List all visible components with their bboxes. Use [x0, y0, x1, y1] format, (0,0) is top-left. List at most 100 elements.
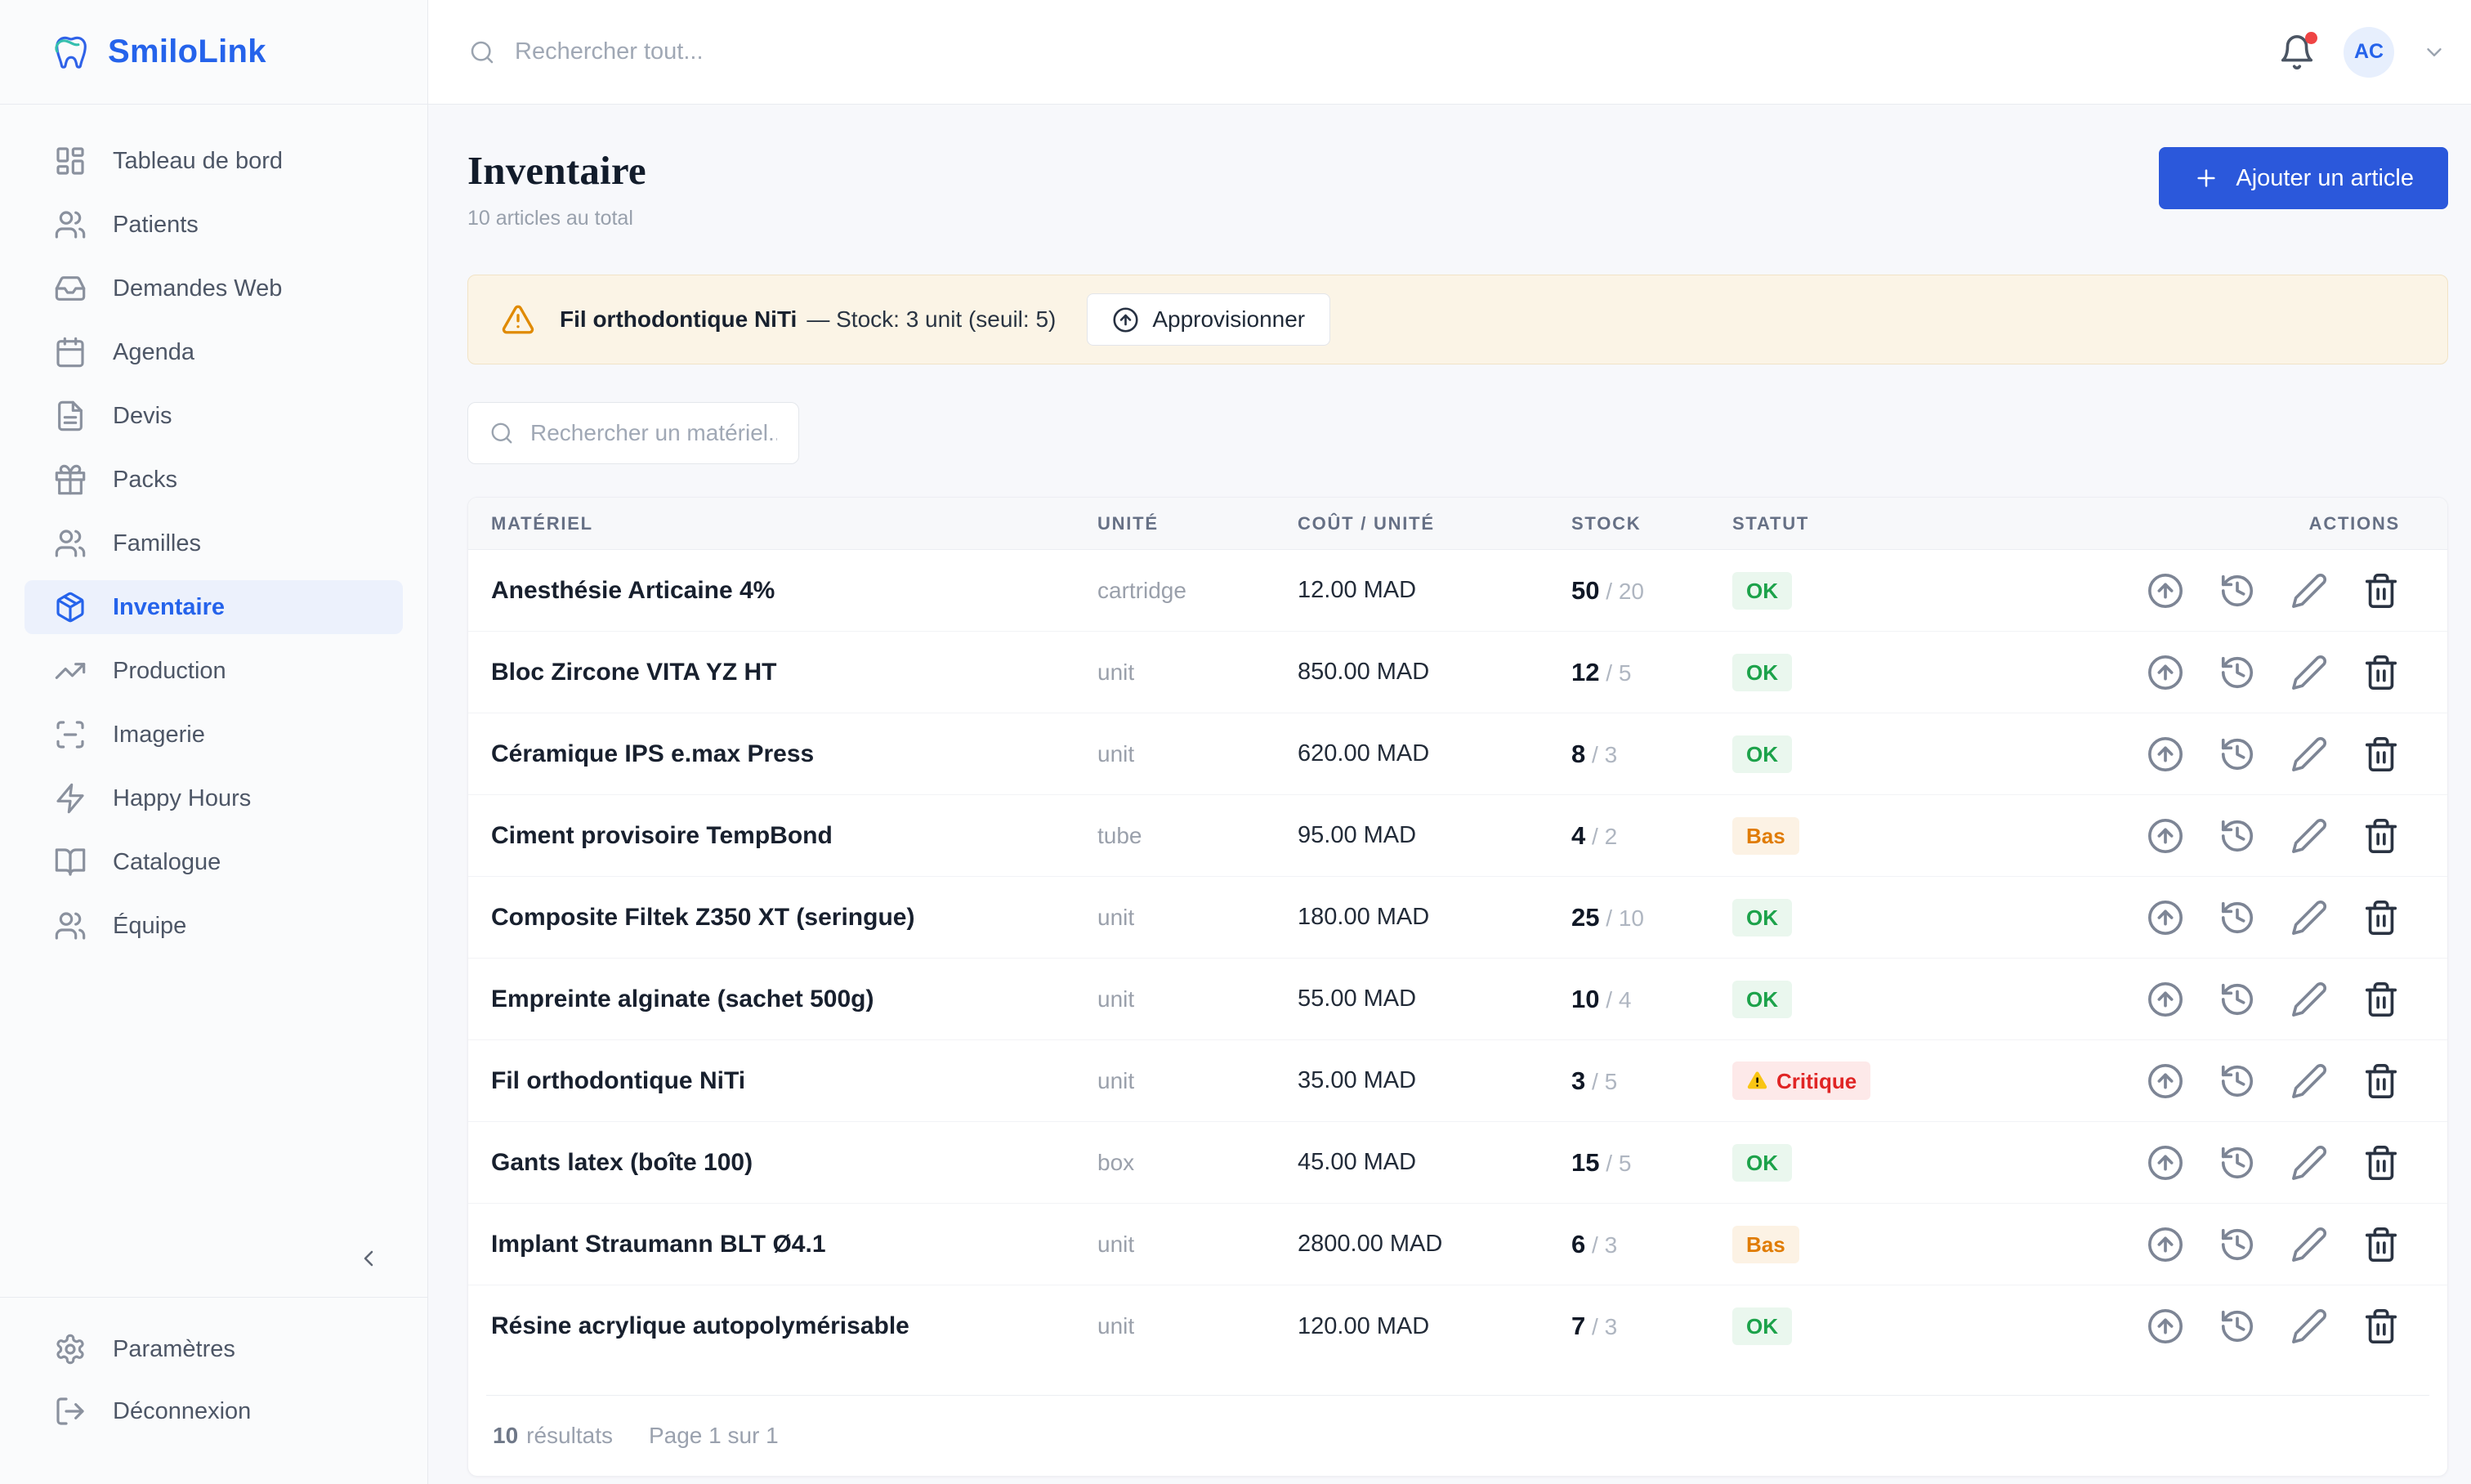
arrow-up-circle-icon [2147, 572, 2184, 610]
edit-button[interactable] [2290, 899, 2328, 936]
edit-button[interactable] [2290, 1226, 2328, 1263]
sidebar-item-equipe[interactable]: Équipe [25, 899, 403, 953]
add-article-button[interactable]: Ajouter un article [2159, 147, 2448, 209]
brand-logo[interactable]: SmiloLink [0, 0, 427, 105]
table-row: Gants latex (boîte 100)box45.00 MAD15 / … [468, 1122, 2447, 1204]
sidebar-item-agenda[interactable]: Agenda [25, 325, 403, 379]
edit-button[interactable] [2290, 1144, 2328, 1182]
history-button[interactable] [2219, 654, 2256, 691]
alert-details: — Stock: 3 unit (seuil: 5) [807, 306, 1056, 333]
notification-dot [2305, 32, 2317, 44]
column-header-status: Statut [1732, 513, 2139, 534]
material-name: Céramique IPS e.max Press [468, 740, 1097, 768]
restock-button[interactable] [2147, 817, 2184, 855]
pencil-icon [2290, 1226, 2328, 1263]
restock-button[interactable] [2147, 1307, 2184, 1345]
arrow-up-circle-icon [2147, 1062, 2184, 1100]
topbar: AC [428, 0, 2471, 105]
sidebar-item-packs[interactable]: Packs [25, 453, 403, 507]
notifications-button[interactable] [2278, 34, 2316, 71]
history-button[interactable] [2219, 899, 2256, 936]
sidebar-item-deconnexion[interactable]: Déconnexion [25, 1384, 403, 1438]
sidebar-item-familles[interactable]: Familles [25, 516, 403, 570]
material-search-input[interactable] [530, 420, 777, 446]
sidebar-item-happy-hours[interactable]: Happy Hours [25, 771, 403, 825]
delete-button[interactable] [2362, 654, 2400, 691]
restock-button[interactable] [2147, 981, 2184, 1018]
sidebar-collapse-button[interactable] [352, 1243, 385, 1276]
delete-button[interactable] [2362, 735, 2400, 773]
alert-item-name: Fil orthodontique NiTi [560, 306, 797, 333]
restock-button[interactable] [2147, 1144, 2184, 1182]
column-header-stock: Stock [1571, 513, 1732, 534]
trash-icon [2362, 1144, 2400, 1182]
pencil-icon [2290, 735, 2328, 773]
edit-button[interactable] [2290, 572, 2328, 610]
history-button[interactable] [2219, 1144, 2256, 1182]
actions-cell [2139, 899, 2447, 936]
package-icon [54, 591, 87, 624]
restock-button[interactable] [2147, 899, 2184, 936]
restock-button[interactable] [2147, 572, 2184, 610]
delete-button[interactable] [2362, 1226, 2400, 1263]
global-search-input[interactable] [515, 38, 1168, 65]
topbar-right: AC [2278, 27, 2446, 78]
account-menu-button[interactable] [2422, 40, 2446, 65]
history-button[interactable] [2219, 1307, 2256, 1345]
sidebar-item-label: Happy Hours [113, 785, 251, 812]
sidebar-item-production[interactable]: Production [25, 644, 403, 698]
chevron-down-icon [2422, 54, 2446, 68]
restock-button[interactable] [2147, 1226, 2184, 1263]
material-name: Composite Filtek Z350 XT (seringue) [468, 904, 1097, 932]
table-row: Résine acrylique autopolymérisableunit12… [468, 1285, 2447, 1367]
sidebar-item-tableau-de-bord[interactable]: Tableau de bord [25, 134, 403, 188]
history-button[interactable] [2219, 1062, 2256, 1100]
edit-button[interactable] [2290, 1307, 2328, 1345]
cost-value: 35.00 MAD [1298, 1067, 1571, 1094]
history-button[interactable] [2219, 981, 2256, 1018]
table-row: Bloc Zircone VITA YZ HTunit850.00 MAD12 … [468, 632, 2447, 713]
history-icon [2219, 735, 2256, 773]
delete-button[interactable] [2362, 817, 2400, 855]
history-button[interactable] [2219, 735, 2256, 773]
restock-button[interactable] [2147, 654, 2184, 691]
sidebar-item-inventaire[interactable]: Inventaire [25, 580, 403, 634]
sidebar-item-devis[interactable]: Devis [25, 389, 403, 443]
book-open-icon [54, 846, 87, 878]
status-cell: OK [1732, 1307, 2139, 1345]
delete-button[interactable] [2362, 1144, 2400, 1182]
sidebar-item-parametres[interactable]: Paramètres [25, 1322, 403, 1376]
delete-button[interactable] [2362, 572, 2400, 610]
delete-button[interactable] [2362, 1062, 2400, 1100]
edit-button[interactable] [2290, 981, 2328, 1018]
sidebar-item-imagerie[interactable]: Imagerie [25, 708, 403, 762]
avatar[interactable]: AC [2344, 27, 2394, 78]
status-cell: Critique [1732, 1062, 2139, 1100]
delete-button[interactable] [2362, 1307, 2400, 1345]
restock-banner-button[interactable]: Approvisionner [1087, 293, 1330, 346]
pencil-icon [2290, 1307, 2328, 1345]
sidebar-item-demandes-web[interactable]: Demandes Web [25, 261, 403, 315]
edit-button[interactable] [2290, 654, 2328, 691]
edit-button[interactable] [2290, 1062, 2328, 1100]
restock-button[interactable] [2147, 735, 2184, 773]
history-button[interactable] [2219, 1226, 2256, 1263]
history-icon [2219, 572, 2256, 610]
arrow-up-circle-icon [2147, 1144, 2184, 1182]
sidebar-item-patients[interactable]: Patients [25, 198, 403, 252]
sidebar-item-catalogue[interactable]: Catalogue [25, 835, 403, 889]
column-header-actions: Actions [2139, 513, 2447, 534]
edit-button[interactable] [2290, 817, 2328, 855]
delete-button[interactable] [2362, 981, 2400, 1018]
edit-button[interactable] [2290, 735, 2328, 773]
pencil-icon [2290, 899, 2328, 936]
file-text-icon [54, 400, 87, 432]
history-button[interactable] [2219, 817, 2256, 855]
trash-icon [2362, 654, 2400, 691]
restock-button[interactable] [2147, 1062, 2184, 1100]
table-body: Anesthésie Articaine 4%cartridge12.00 MA… [468, 550, 2447, 1367]
unit-value: unit [1097, 1068, 1298, 1094]
stock-value: 15 / 5 [1571, 1148, 1732, 1178]
history-button[interactable] [2219, 572, 2256, 610]
delete-button[interactable] [2362, 899, 2400, 936]
